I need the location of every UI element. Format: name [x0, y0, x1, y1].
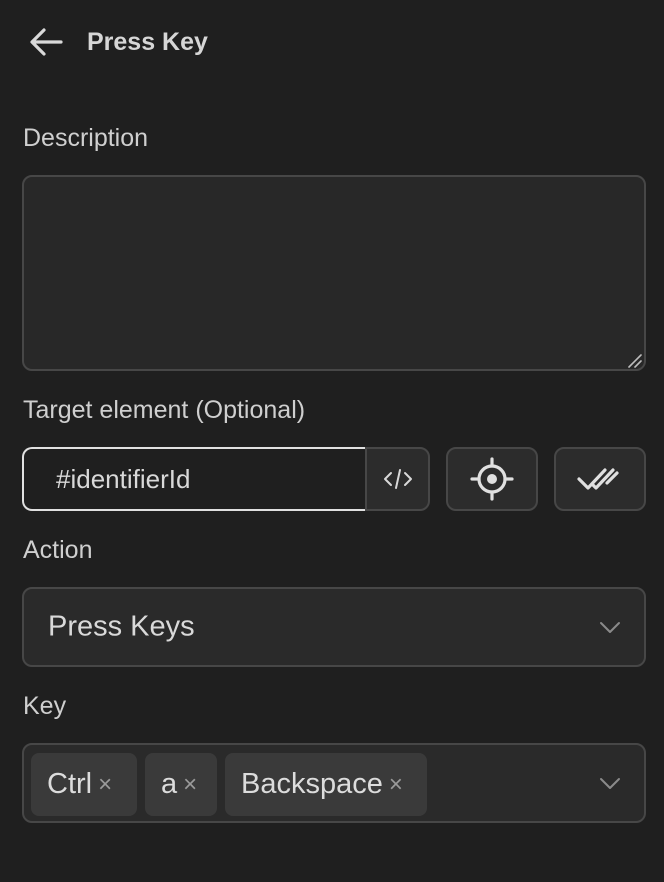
- remove-tag-icon[interactable]: ×: [389, 771, 403, 799]
- chevron-down-icon: [600, 778, 620, 789]
- description-textarea[interactable]: [22, 175, 646, 371]
- code-icon: [383, 469, 412, 489]
- key-multiselect[interactable]: Ctrl × a × Backspace ×: [22, 743, 646, 823]
- resize-handle-icon[interactable]: [626, 352, 642, 368]
- key-tag-label: a: [161, 768, 178, 800]
- header: Press Key: [0, 0, 664, 86]
- double-check-icon: [577, 468, 619, 490]
- key-label: Key: [23, 692, 67, 720]
- key-tag: Backspace ×: [225, 753, 427, 816]
- target-element-label: Target element (Optional): [23, 396, 306, 424]
- crosshair-icon: [470, 457, 514, 501]
- code-button[interactable]: [365, 447, 430, 511]
- key-tag-label: Ctrl: [47, 768, 93, 800]
- verify-element-button[interactable]: [554, 447, 646, 511]
- arrow-left-icon: [30, 28, 63, 56]
- action-label: Action: [23, 536, 93, 564]
- key-tag: a ×: [145, 753, 217, 816]
- target-element-input[interactable]: [22, 447, 366, 511]
- remove-tag-icon[interactable]: ×: [183, 771, 197, 799]
- key-tag: Ctrl ×: [31, 753, 137, 816]
- page-title: Press Key: [87, 28, 208, 56]
- action-select-value: Press Keys: [48, 610, 195, 643]
- remove-tag-icon[interactable]: ×: [98, 771, 112, 799]
- description-label: Description: [23, 124, 149, 152]
- key-tag-label: Backspace: [241, 768, 383, 800]
- back-button[interactable]: [26, 24, 66, 60]
- pick-element-button[interactable]: [446, 447, 538, 511]
- action-select[interactable]: Press Keys: [22, 587, 646, 667]
- chevron-down-icon: [600, 622, 620, 633]
